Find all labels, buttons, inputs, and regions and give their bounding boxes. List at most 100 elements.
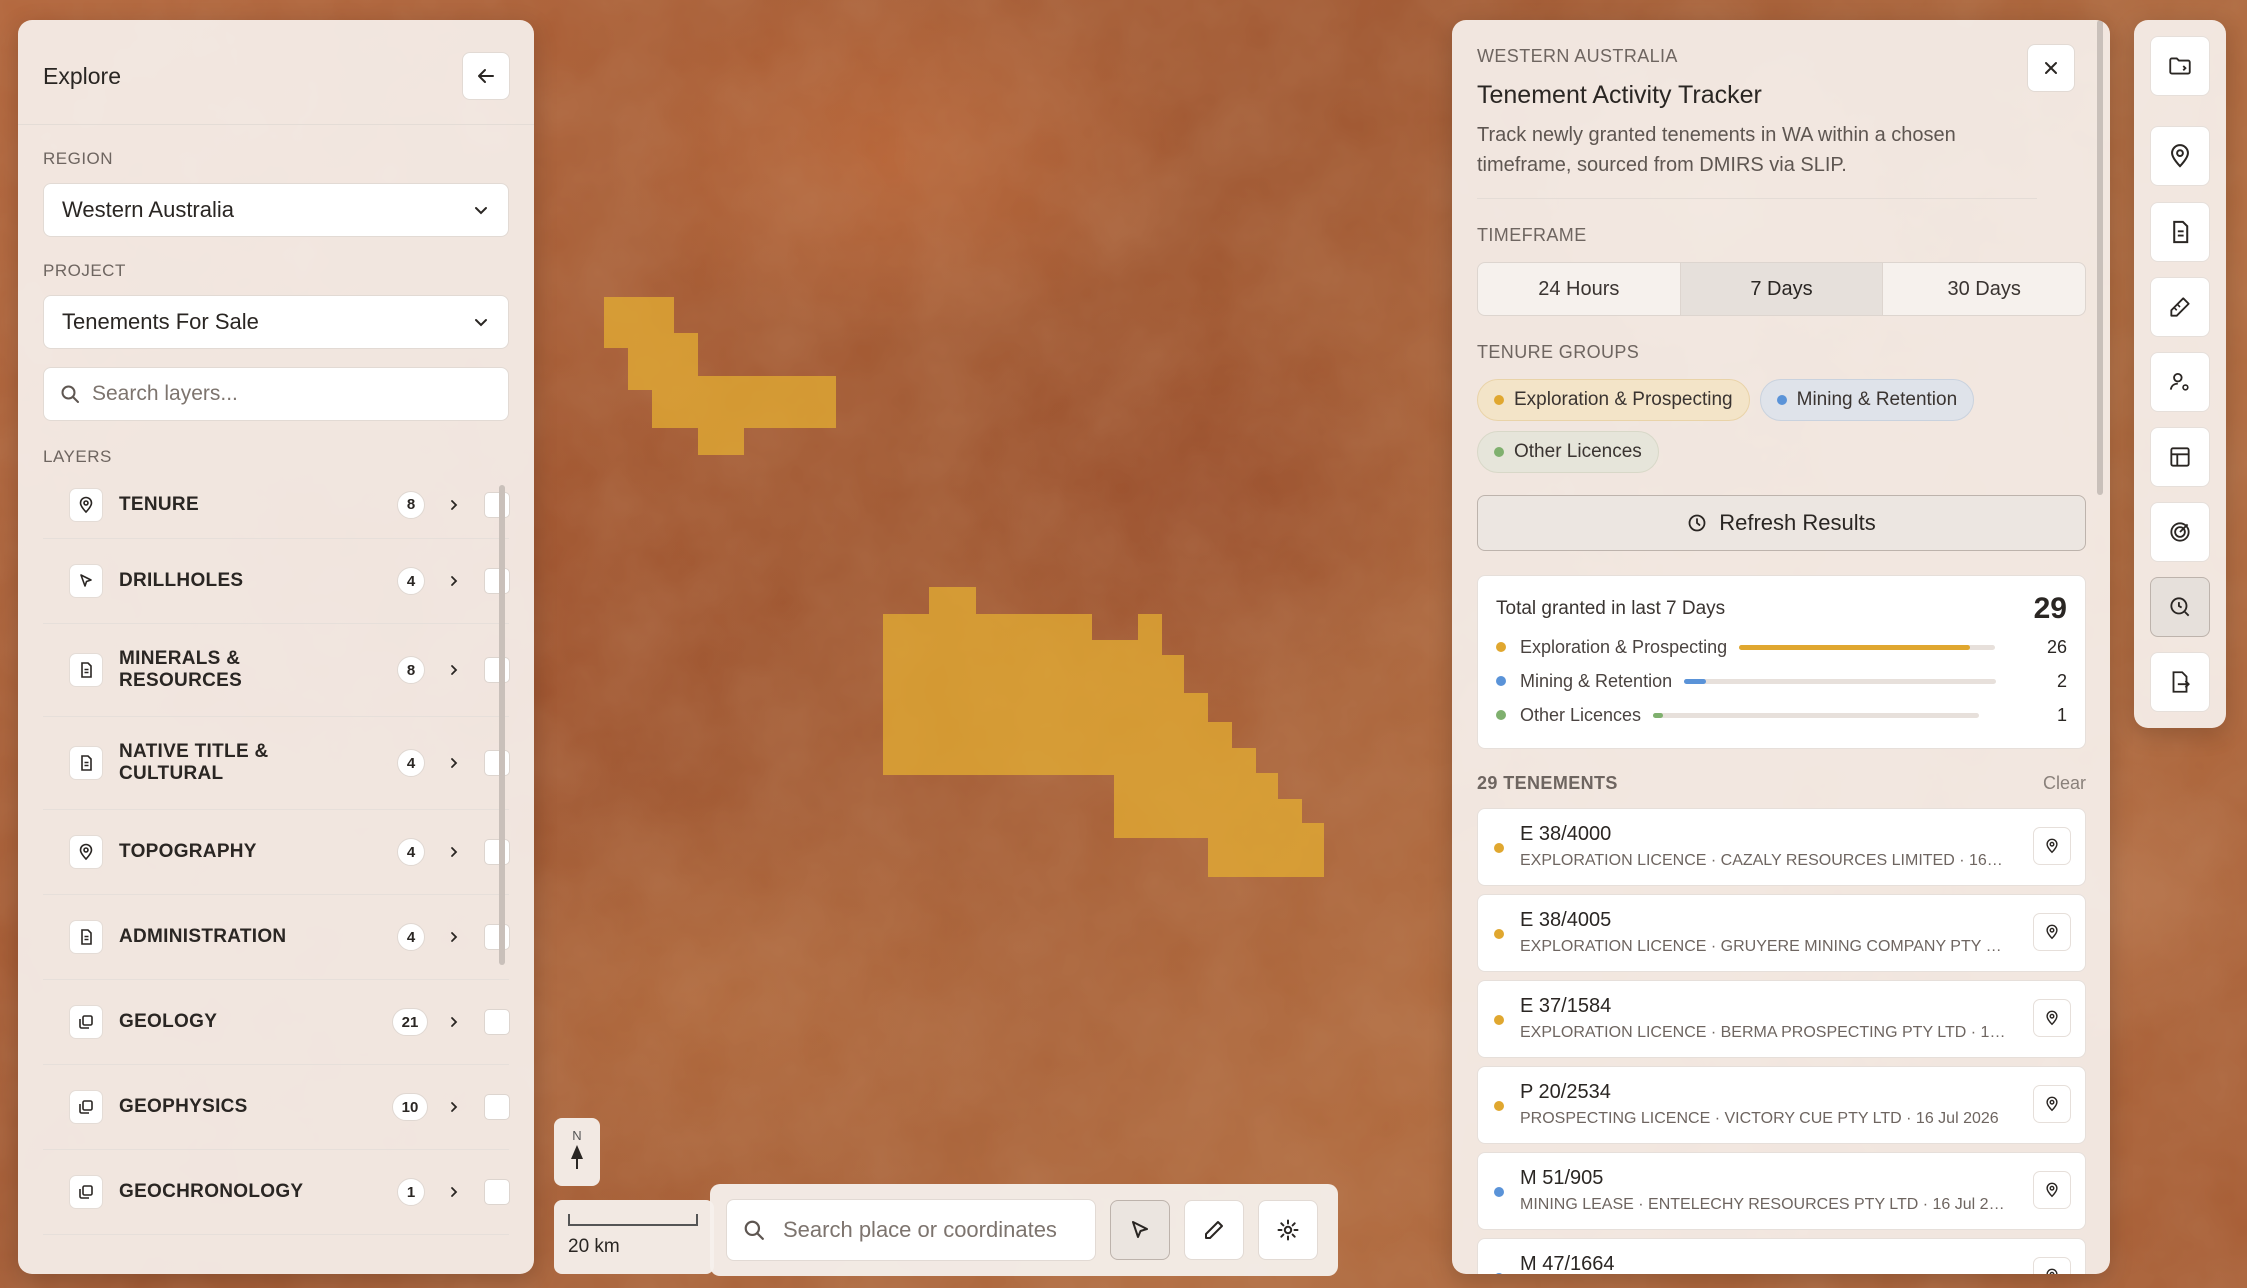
pen-ruler-icon (2170, 297, 2190, 317)
layer-checkbox[interactable] (484, 839, 510, 865)
layer-search-input[interactable]: Search layers... (43, 367, 509, 421)
layer-row-tenure[interactable]: TENURE 8 (43, 471, 510, 539)
tracker-eyebrow: WESTERN AUSTRALIA (1477, 46, 1678, 66)
layer-count-badge: 10 (392, 1093, 428, 1121)
arrow-left-icon (478, 69, 494, 83)
tenement-item[interactable]: E 38/4005 EXPLORATION LICENCE · GRUYERE … (1477, 894, 2086, 972)
tenement-item[interactable]: E 38/4000 EXPLORATION LICENCE · CAZALY R… (1477, 808, 2086, 886)
tenement-id: M 51/905 (1520, 1167, 1604, 1189)
cursor-icon (69, 564, 103, 598)
timeframe-7-days[interactable]: 7 Days (1680, 263, 1884, 315)
layer-checkbox[interactable] (484, 568, 510, 594)
tenement-id: E 37/1584 (1520, 995, 1612, 1017)
rail-activity-tracker-button[interactable] (2150, 577, 2210, 637)
draw-tool-button[interactable] (1184, 1200, 1244, 1260)
stat-label: Other Licences (1520, 704, 1642, 725)
layer-row-native-title[interactable]: NATIVE TITLE & CULTURAL 4 (43, 717, 510, 810)
layer-checkbox[interactable] (484, 657, 510, 683)
region-select[interactable]: Western Australia (43, 183, 509, 237)
layer-count-badge: 4 (397, 749, 425, 777)
layer-row-drillholes[interactable]: DRILLHOLES 4 (43, 539, 510, 624)
layer-checkbox[interactable] (484, 750, 510, 776)
layer-row-minerals[interactable]: MINERALS & RESOURCES 8 (43, 624, 510, 717)
chevron-right-icon[interactable] (447, 498, 461, 512)
tracker-scrollbar[interactable] (2097, 20, 2103, 495)
chevron-down-icon (475, 319, 487, 327)
refresh-results-button[interactable]: Refresh Results (1477, 495, 2086, 551)
chip-exploration[interactable]: Exploration & Prospecting (1477, 379, 1750, 421)
clear-button[interactable]: Clear (2043, 773, 2086, 794)
layer-checkbox[interactable] (484, 1009, 510, 1035)
layers-stack-icon (69, 1175, 103, 1209)
locate-button[interactable] (2033, 1171, 2071, 1209)
project-select[interactable]: Tenements For Sale (43, 295, 509, 349)
place-search-input[interactable]: Search place or coordinates (726, 1199, 1096, 1261)
select-tool-button[interactable] (1110, 1200, 1170, 1260)
timeframe-24-hours[interactable]: 24 Hours (1478, 263, 1681, 315)
chip-label: Exploration & Prospecting (1514, 389, 1733, 410)
refresh-label: Refresh Results (1719, 510, 1876, 535)
timeframe-30-days[interactable]: 30 Days (1883, 263, 2085, 315)
chevron-right-icon[interactable] (447, 756, 461, 770)
other-dot (1496, 710, 1506, 720)
chevron-right-icon[interactable] (447, 1015, 461, 1029)
rail-location-button[interactable] (2150, 126, 2210, 186)
rail-user-settings-button[interactable] (2150, 352, 2210, 412)
tenement-item[interactable]: M 51/905 MINING LEASE · ENTELECHY RESOUR… (1477, 1152, 2086, 1230)
chip-mining[interactable]: Mining & Retention (1759, 379, 1975, 421)
locate-button[interactable] (2033, 999, 2071, 1037)
locate-button[interactable] (2033, 1085, 2071, 1123)
compass-button[interactable]: N (554, 1118, 600, 1186)
chip-label: Other Licences (1514, 441, 1642, 462)
place-search-placeholder: Search place or coordinates (783, 1217, 1057, 1242)
layer-checkbox[interactable] (484, 491, 510, 518)
tenement-item[interactable]: M 47/1664 (1477, 1238, 2086, 1274)
layers-label: LAYERS (43, 447, 112, 466)
layer-count-badge: 8 (397, 490, 425, 519)
tenements-list: E 38/4000 EXPLORATION LICENCE · CAZALY R… (1477, 808, 2086, 1274)
rail-target-button[interactable] (2150, 502, 2210, 562)
layer-checkbox[interactable] (484, 1094, 510, 1120)
stat-fill (1684, 678, 1706, 684)
layer-row-administration[interactable]: ADMINISTRATION 4 (43, 895, 510, 980)
chevron-right-icon[interactable] (447, 930, 461, 944)
layers-scrollbar[interactable] (499, 485, 505, 965)
layer-name: MINERALS & RESOURCES (119, 648, 243, 691)
rail-table-button[interactable] (2150, 427, 2210, 487)
tenement-detail: EXPLORATION LICENCE · BERMA PROSPECTING … (1520, 1024, 2006, 1041)
chevron-right-icon[interactable] (447, 1100, 461, 1114)
chevron-right-icon[interactable] (447, 845, 461, 859)
rail-document-button[interactable] (2150, 202, 2210, 262)
locate-button[interactable] (2033, 913, 2071, 951)
rail-export-button[interactable] (2150, 652, 2210, 712)
cursor-icon (1132, 1221, 1148, 1238)
stat-value: 26 (2046, 636, 2067, 657)
stat-fill (1739, 644, 1970, 650)
locate-button[interactable] (2033, 1257, 2071, 1274)
chip-other[interactable]: Other Licences (1477, 431, 1659, 473)
layer-row-geochronology[interactable]: GEOCHRONOLOGY 1 (43, 1150, 510, 1235)
chevron-right-icon[interactable] (447, 1185, 461, 1199)
rail-folder-button[interactable] (2150, 36, 2210, 96)
back-button[interactable] (462, 52, 510, 100)
tenement-item[interactable]: E 37/1584 EXPLORATION LICENCE · BERMA PR… (1477, 980, 2086, 1058)
stat-fill (1653, 712, 1663, 718)
close-button[interactable] (2027, 44, 2075, 92)
layer-name: ADMINISTRATION (119, 926, 287, 947)
locate-button[interactable] (2033, 827, 2071, 865)
layer-checkbox[interactable] (484, 1179, 510, 1205)
layer-row-topography[interactable]: TOPOGRAPHY 4 (43, 810, 510, 895)
tenements-count-label: 29 TENEMENTS (1477, 773, 1618, 793)
rail-measure-button[interactable] (2150, 277, 2210, 337)
layer-search-placeholder: Search layers... (92, 382, 238, 405)
explore-title: Explore (43, 62, 121, 89)
layer-checkbox[interactable] (484, 924, 510, 950)
layer-row-geophysics[interactable]: GEOPHYSICS 10 (43, 1065, 510, 1150)
settings-button[interactable] (1258, 1200, 1318, 1260)
layer-row-geology[interactable]: GEOLOGY 21 (43, 980, 510, 1065)
chevron-right-icon[interactable] (447, 574, 461, 588)
pencil-icon (1205, 1221, 1223, 1239)
tenement-item[interactable]: P 20/2534 PROSPECTING LICENCE · VICTORY … (1477, 1066, 2086, 1144)
chevron-right-icon[interactable] (447, 663, 461, 677)
layer-name: NATIVE TITLE & CULTURAL (119, 741, 269, 784)
